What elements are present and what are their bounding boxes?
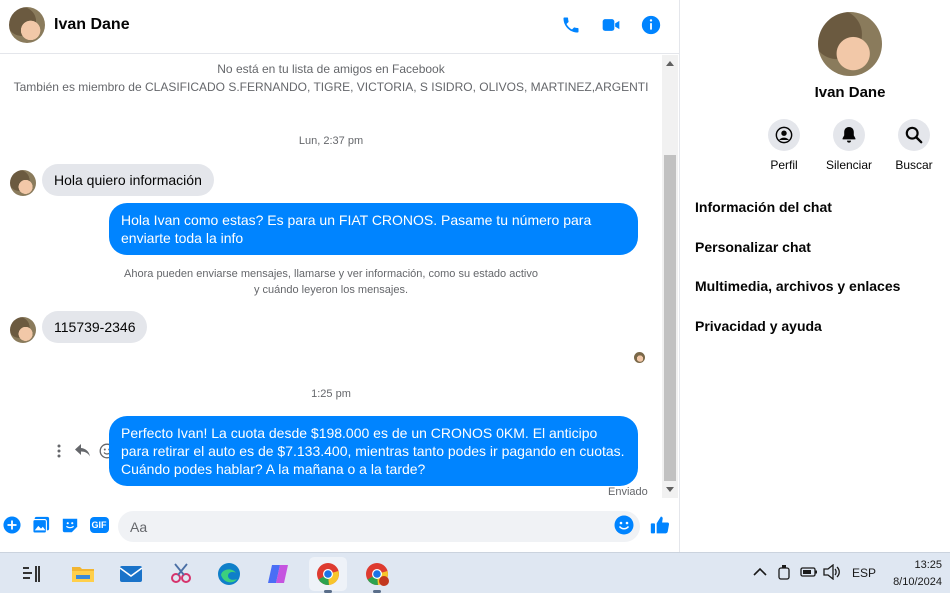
reply-icon[interactable] xyxy=(74,442,92,460)
clock-date: 8/10/2024 xyxy=(893,576,942,588)
sent-status: Enviado xyxy=(608,486,648,498)
device-icon[interactable] xyxy=(777,564,791,583)
plus-icon[interactable] xyxy=(2,515,22,535)
windows-taskbar: ESP 13:25 8/10/2024 xyxy=(0,552,950,593)
system-notice: Ahora pueden enviarse mensajes, llamarse… xyxy=(124,268,538,280)
message-actions xyxy=(50,442,116,460)
contact-avatar-small xyxy=(10,170,36,196)
more-options-icon[interactable] xyxy=(50,442,68,460)
sticker-icon[interactable] xyxy=(60,515,80,535)
chat-info-panel: Ivan Dane Perfil Silenciar Buscar Inform… xyxy=(680,0,950,552)
gif-icon[interactable]: GIF xyxy=(88,515,110,535)
system-notice: y cuándo leyeron los mensajes. xyxy=(253,284,409,296)
timestamp: 1:25 pm xyxy=(311,388,351,400)
bell-icon[interactable] xyxy=(833,119,865,151)
menu-privacy-help[interactable]: Privacidad y ayuda xyxy=(695,318,822,334)
phone-icon[interactable] xyxy=(559,13,583,37)
chevron-up-icon[interactable] xyxy=(753,566,767,580)
contact-avatar-small xyxy=(10,317,36,343)
scroll-up-arrow[interactable] xyxy=(666,61,674,66)
contact-name[interactable]: Ivan Dane xyxy=(54,16,130,34)
task-view-icon[interactable] xyxy=(19,561,45,587)
emoji-icon[interactable] xyxy=(614,515,634,535)
search-label: Buscar xyxy=(895,158,933,172)
search-icon[interactable] xyxy=(898,119,930,151)
image-icon[interactable] xyxy=(31,515,51,535)
profile-icon[interactable] xyxy=(768,119,800,151)
edge-browser-icon[interactable] xyxy=(216,561,242,587)
chat-header: Ivan Dane xyxy=(0,0,679,54)
snipping-tool-icon[interactable] xyxy=(168,561,194,587)
menu-media-files-links[interactable]: Multimedia, archivos y enlaces xyxy=(695,278,900,294)
incoming-message[interactable]: 115739-2346 xyxy=(42,311,148,343)
contact-avatar-large[interactable] xyxy=(818,12,882,76)
search-action[interactable]: Buscar xyxy=(884,119,944,172)
copilot-icon[interactable] xyxy=(265,561,291,587)
scroll-thumb[interactable] xyxy=(664,155,676,481)
volume-icon[interactable] xyxy=(823,563,841,583)
info-icon[interactable] xyxy=(639,13,663,37)
video-call-icon[interactable] xyxy=(599,13,623,37)
outgoing-message[interactable]: Hola Ivan como estas? Es para un FIAT CR… xyxy=(109,203,638,255)
chat-panel: Ivan Dane No está en tu lista de amigos … xyxy=(0,0,679,552)
chrome-icon[interactable] xyxy=(315,561,341,593)
seen-avatar-icon xyxy=(634,352,645,363)
menu-customize-chat[interactable]: Personalizar chat xyxy=(695,239,811,255)
timestamp: Lun, 2:37 pm xyxy=(298,135,364,147)
outgoing-message[interactable]: Perfecto Ivan! La cuota desde $198.000 e… xyxy=(109,416,638,486)
incoming-message[interactable]: Hola quiero información xyxy=(42,164,214,196)
file-explorer-icon[interactable] xyxy=(70,561,96,587)
message-list: No está en tu lista de amigos en Faceboo… xyxy=(0,55,662,498)
battery-icon[interactable] xyxy=(800,565,818,582)
info-contact-name: Ivan Dane xyxy=(814,84,886,101)
chrome-profile-icon[interactable] xyxy=(364,561,390,593)
scrollbar[interactable] xyxy=(662,55,678,498)
message-input[interactable] xyxy=(118,511,640,542)
contact-avatar[interactable] xyxy=(9,7,45,43)
language-indicator[interactable]: ESP xyxy=(852,566,876,580)
mail-icon[interactable] xyxy=(118,561,144,587)
profile-label: Perfil xyxy=(770,158,798,172)
group-membership-notice: También es miembro de CLASIFICADO S.FERN… xyxy=(13,80,649,94)
composer: GIF xyxy=(0,505,679,548)
scroll-down-arrow[interactable] xyxy=(666,487,674,492)
mute-action[interactable]: Silenciar xyxy=(819,119,879,172)
menu-chat-info[interactable]: Información del chat xyxy=(695,199,832,215)
thumbs-up-icon[interactable] xyxy=(649,514,671,536)
not-friends-notice: No está en tu lista de amigos en Faceboo… xyxy=(217,62,445,76)
mute-label: Silenciar xyxy=(825,158,873,172)
profile-action[interactable]: Perfil xyxy=(754,119,814,172)
clock[interactable]: 13:25 8/10/2024 xyxy=(880,557,942,591)
clock-time: 13:25 xyxy=(914,559,942,571)
